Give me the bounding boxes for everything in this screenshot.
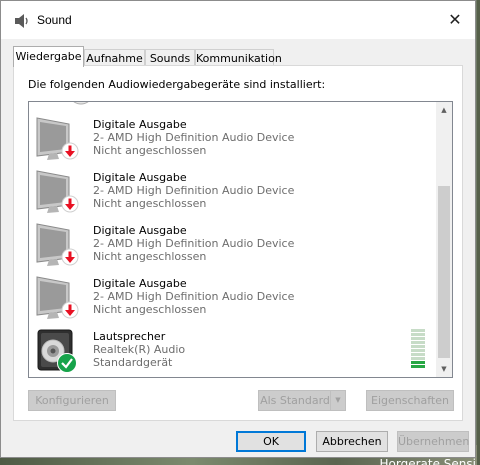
- device-name: Digitale Ausgabe: [93, 118, 187, 131]
- configure-button[interactable]: Konfigurieren: [28, 390, 116, 411]
- set-default-button[interactable]: Als Standard ▼: [258, 390, 346, 411]
- set-default-label: Als Standard: [260, 394, 330, 407]
- device-driver: 2- AMD High Definition Audio Device: [93, 131, 295, 144]
- playback-panel: Die folgenden Audiowiedergabegeräte sind…: [13, 65, 463, 421]
- device-status: Nicht angeschlossen: [93, 303, 207, 316]
- device-item[interactable]: Digitale Ausgabe 2- AMD High Definition …: [29, 114, 435, 167]
- device-list[interactable]: Digitale Ausgabe 2- AMD High Definition …: [28, 101, 453, 378]
- device-item[interactable]: Digitale Ausgabe 2- AMD High Definition …: [29, 273, 435, 326]
- meter-segment: [411, 365, 425, 368]
- default-check-badge-icon: [57, 353, 77, 373]
- disconnected-badge-icon: [61, 142, 79, 160]
- meter-segment: [411, 361, 425, 364]
- apply-button[interactable]: Übernehmen: [397, 431, 469, 452]
- meter-segment: [411, 345, 425, 348]
- disconnected-badge-icon: [61, 301, 79, 319]
- partial-badge-icon: [73, 102, 89, 105]
- tab-sounds[interactable]: Sounds: [145, 49, 195, 66]
- device-item[interactable]: Digitale Ausgabe 2- AMD High Definition …: [29, 167, 435, 220]
- device-status: Nicht angeschlossen: [93, 197, 207, 210]
- tab-aufnahme[interactable]: Aufnahme: [84, 49, 145, 66]
- device-driver: Realtek(R) Audio: [93, 343, 186, 356]
- device-status: Nicht angeschlossen: [93, 250, 207, 263]
- speaker-app-icon: [15, 14, 28, 28]
- window-title: Sound: [37, 13, 72, 27]
- device-status: Standardgerät: [93, 356, 173, 369]
- device-list-scrollbar[interactable]: ▲ ▼: [436, 102, 452, 377]
- device-item-default[interactable]: Lautsprecher Realtek(R) Audio Standardge…: [29, 326, 435, 377]
- device-driver: 2- AMD High Definition Audio Device: [93, 290, 295, 303]
- scroll-up-arrow-icon[interactable]: ▲: [436, 102, 452, 118]
- device-status: Nicht angeschlossen: [93, 144, 207, 157]
- device-driver: 2- AMD High Definition Audio Device: [93, 237, 295, 250]
- scrollbar-thumb[interactable]: [438, 186, 450, 358]
- meter-segment: [411, 349, 425, 352]
- title-bar[interactable]: Sound ✕: [1, 1, 475, 39]
- device-driver: 2- AMD High Definition Audio Device: [93, 184, 295, 197]
- disconnected-badge-icon: [61, 248, 79, 266]
- ok-button[interactable]: OK: [236, 431, 306, 452]
- close-button[interactable]: ✕: [435, 1, 475, 39]
- device-name: Digitale Ausgabe: [93, 277, 187, 290]
- meter-segment: [411, 357, 425, 360]
- disconnected-badge-icon: [61, 195, 79, 213]
- close-icon: ✕: [448, 10, 462, 29]
- background-window-text: Horgerate Sensi: [379, 458, 476, 465]
- meter-segment: [411, 333, 425, 336]
- cancel-button[interactable]: Abbrechen: [316, 431, 388, 452]
- device-name: Digitale Ausgabe: [93, 224, 187, 237]
- volume-level-meter: [411, 328, 425, 370]
- tab-kommunikation[interactable]: Kommunikation: [195, 49, 282, 66]
- meter-segment: [411, 337, 425, 340]
- meter-segment: [411, 353, 425, 356]
- device-item[interactable]: Digitale Ausgabe 2- AMD High Definition …: [29, 220, 435, 273]
- device-name: Digitale Ausgabe: [93, 171, 187, 184]
- meter-segment: [411, 341, 425, 344]
- chevron-down-icon[interactable]: ▼: [330, 391, 345, 410]
- properties-button[interactable]: Eigenschaften: [366, 390, 454, 411]
- meter-segment: [411, 329, 425, 332]
- scroll-down-arrow-icon[interactable]: ▼: [436, 361, 452, 377]
- device-name: Lautsprecher: [93, 330, 166, 343]
- tab-wiedergabe[interactable]: Wiedergabe: [13, 46, 84, 67]
- panel-header: Die folgenden Audiowiedergabegeräte sind…: [28, 78, 326, 91]
- sound-dialog: Sound ✕ Wiedergabe Aufnahme Sounds Kommu…: [0, 0, 476, 458]
